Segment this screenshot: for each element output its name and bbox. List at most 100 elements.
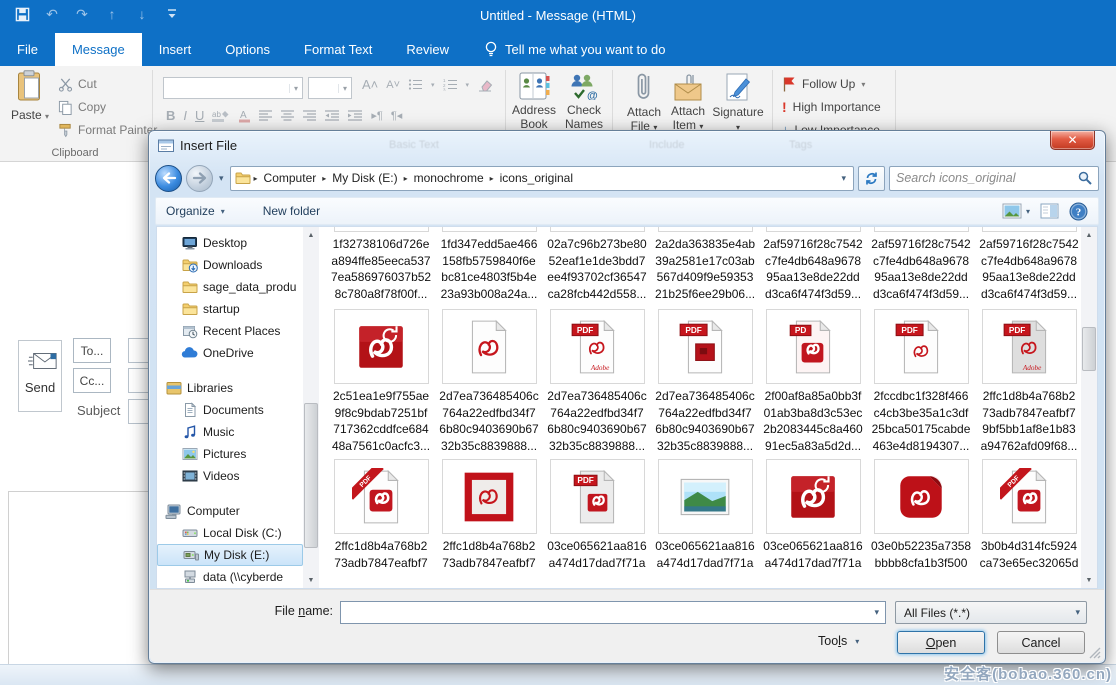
address-book-button[interactable]: AddressBook [508,72,560,131]
tree-item-videos[interactable]: Videos [157,465,303,487]
tab-file[interactable]: File [0,33,55,66]
file-item[interactable]: PDF3b0b4d314fc5924ca73e65ec32065d [979,459,1079,571]
to-button[interactable]: To... [73,338,111,363]
file-item[interactable]: PDFAdobe2d7ea736485406c764a22edfbd34f76b… [547,309,647,454]
tab-insert[interactable]: Insert [142,33,209,66]
font-family-combo[interactable]: ▾ [163,77,303,99]
tell-me-box[interactable]: Tell me what you want to do [466,33,665,66]
tab-message[interactable]: Message [55,33,142,66]
file-type-select[interactable]: All Files (*.*) ▾ [895,601,1087,624]
numbering-icon[interactable]: 123 [443,78,458,91]
recent-pages-dropdown-icon[interactable]: ▾ [217,173,226,184]
message-body[interactable] [8,491,149,685]
scroll-up-icon[interactable]: ▲ [1081,227,1097,243]
tools-button[interactable]: Tools ▾ [818,634,859,648]
file-name-input[interactable]: ▾ [340,601,886,624]
font-color-icon[interactable]: A [238,109,251,123]
file-item[interactable]: PDF2fccdbc1f328f466c4cb3be35a1c3df25bca5… [871,309,971,454]
tree-scrollbar[interactable]: ▲ ▼ [303,227,319,588]
forward-button[interactable] [186,165,213,192]
file-item[interactable]: 1fd347edd5ae466158fb5759840f6ebc81ce4803… [439,227,539,302]
file-item[interactable]: PDFAdobe2ffc1d8b4a768b273adb7847eafbf79b… [979,309,1079,454]
tree-item-downloads[interactable]: Downloads [157,254,303,276]
address-dropdown-icon[interactable]: ▾ [841,173,849,184]
tree-item-startup[interactable]: startup [157,298,303,320]
align-center-icon[interactable] [281,110,295,122]
font-size-combo[interactable]: ▾ [308,77,352,99]
tab-options[interactable]: Options [208,33,287,66]
to-field[interactable] [128,338,149,363]
signature-button[interactable]: Signature▾ [712,72,764,135]
cc-field[interactable] [128,368,149,393]
tree-item-onedrive[interactable]: OneDrive [157,342,303,364]
tree-item-my-disk-e-[interactable]: My Disk (E:) [157,544,303,566]
highlight-icon[interactable]: ab [212,109,230,123]
cut-button[interactable]: Cut [58,74,97,94]
scroll-up-icon[interactable]: ▲ [303,227,319,243]
increase-indent-icon[interactable] [348,110,363,122]
file-item[interactable]: 2af59716f28c7542c7fe4db648a967895aa13e8d… [763,227,863,302]
tree-item-local-disk-c-[interactable]: Local Disk (C:) [157,522,303,544]
refresh-button[interactable] [858,166,885,191]
underline-icon[interactable]: U [195,108,204,123]
cancel-button[interactable]: Cancel [997,631,1085,654]
bold-icon[interactable]: B [166,108,175,123]
tree-item-libraries[interactable]: Libraries [157,377,303,399]
attach-item-button[interactable]: AttachItem ▾ [662,72,714,134]
breadcrumb-segment[interactable]: monochrome [411,168,487,189]
tab-review[interactable]: Review [389,33,466,66]
tree-item-recent-places[interactable]: Recent Places [157,320,303,342]
file-item[interactable]: 03ce065621aa816a474d17dad7f71a [655,459,755,571]
tree-item-desktop[interactable]: Desktop [157,232,303,254]
file-name-dropdown-icon[interactable]: ▾ [874,607,885,618]
file-item[interactable]: 2af59716f28c7542c7fe4db648a967895aa13e8d… [979,227,1079,302]
paste-button[interactable]: Paste ▾ [8,70,52,150]
decrease-indent-icon[interactable] [325,110,340,122]
format-painter-button[interactable]: Format Painter [58,120,157,140]
follow-up-button[interactable]: Follow Up▾ [782,76,865,92]
align-right-icon[interactable] [303,110,317,122]
file-item[interactable]: 02a7c96b273be8052eaf1e1de3bdd7ee4f93702c… [547,227,647,302]
open-button[interactable]: Open [897,631,985,654]
organize-button[interactable]: Organize▾ [156,198,235,224]
preview-pane-button[interactable] [1040,203,1059,219]
scroll-down-icon[interactable]: ▼ [1081,572,1097,588]
file-item[interactable]: 2af59716f28c7542c7fe4db648a967895aa13e8d… [871,227,971,302]
breadcrumb-segment[interactable]: icons_original [497,168,576,189]
tree-item-data-cyberde[interactable]: data (\\cyberde [157,566,303,588]
change-view-button[interactable]: ▾ [1002,203,1030,219]
file-list-scrollbar[interactable]: ▲ ▼ [1081,227,1097,588]
file-item[interactable]: 2d7ea736485406c764a22edfbd34f76b80c94036… [439,309,539,454]
high-importance-button[interactable]: ! High Importance [782,99,881,115]
tree-item-sage-data-produ[interactable]: sage_data_produ [157,276,303,298]
file-item[interactable]: 2ffc1d8b4a768b273adb7847eafbf7 [439,459,539,571]
new-folder-button[interactable]: New folder [253,198,330,224]
help-button[interactable]: ? [1069,202,1088,221]
file-item[interactable]: PDF03ce065621aa816a474d17dad7f71a [547,459,647,571]
breadcrumb-segment[interactable]: Computer [261,168,320,189]
file-item[interactable]: 03e0b52235a7358bbbb8cfa1b3f500 [871,459,971,571]
ltr-icon[interactable]: ▸¶ [371,109,382,122]
tree-item-pictures[interactable]: Pictures [157,443,303,465]
tree-item-computer[interactable]: Computer [157,500,303,522]
breadcrumb[interactable]: ▸Computer▸My Disk (E:)▸monochrome▸icons_… [230,166,854,191]
cc-button[interactable]: Cc... [73,368,111,393]
file-item[interactable]: 03ce065621aa816a474d17dad7f71a [763,459,863,571]
copy-button[interactable]: Copy [58,97,106,117]
file-item[interactable]: PDF2d7ea736485406c764a22edfbd34f76b80c94… [655,309,755,454]
send-button[interactable]: Send [18,340,62,412]
rtl-icon[interactable]: ¶◂ [391,109,402,122]
clear-formatting-icon[interactable] [477,78,493,92]
file-item[interactable]: 2c51ea1e9f755ae9f8c9bdab7251bf717362cddf… [331,309,431,454]
align-left-icon[interactable] [259,110,273,122]
file-item[interactable]: PDF2ffc1d8b4a768b273adb7847eafbf7 [331,459,431,571]
file-item[interactable]: 1f32738106d726ea894ffe85eeca5377ea586976… [331,227,431,302]
file-item[interactable]: PD2f00af8a85a0bb3f01ab3ba8d3c53ec2b20834… [763,309,863,454]
resize-grip[interactable] [1089,647,1101,659]
breadcrumb-segment[interactable]: My Disk (E:) [329,168,400,189]
subject-field[interactable] [128,399,149,424]
close-button[interactable]: ✕ [1050,131,1095,150]
check-names-button[interactable]: @ CheckNames [558,72,610,131]
file-item[interactable]: 2a2da363835e4ab39a2581e17c03ab567d409f9e… [655,227,755,302]
shrink-font-icon[interactable]: A˅ [386,79,400,91]
